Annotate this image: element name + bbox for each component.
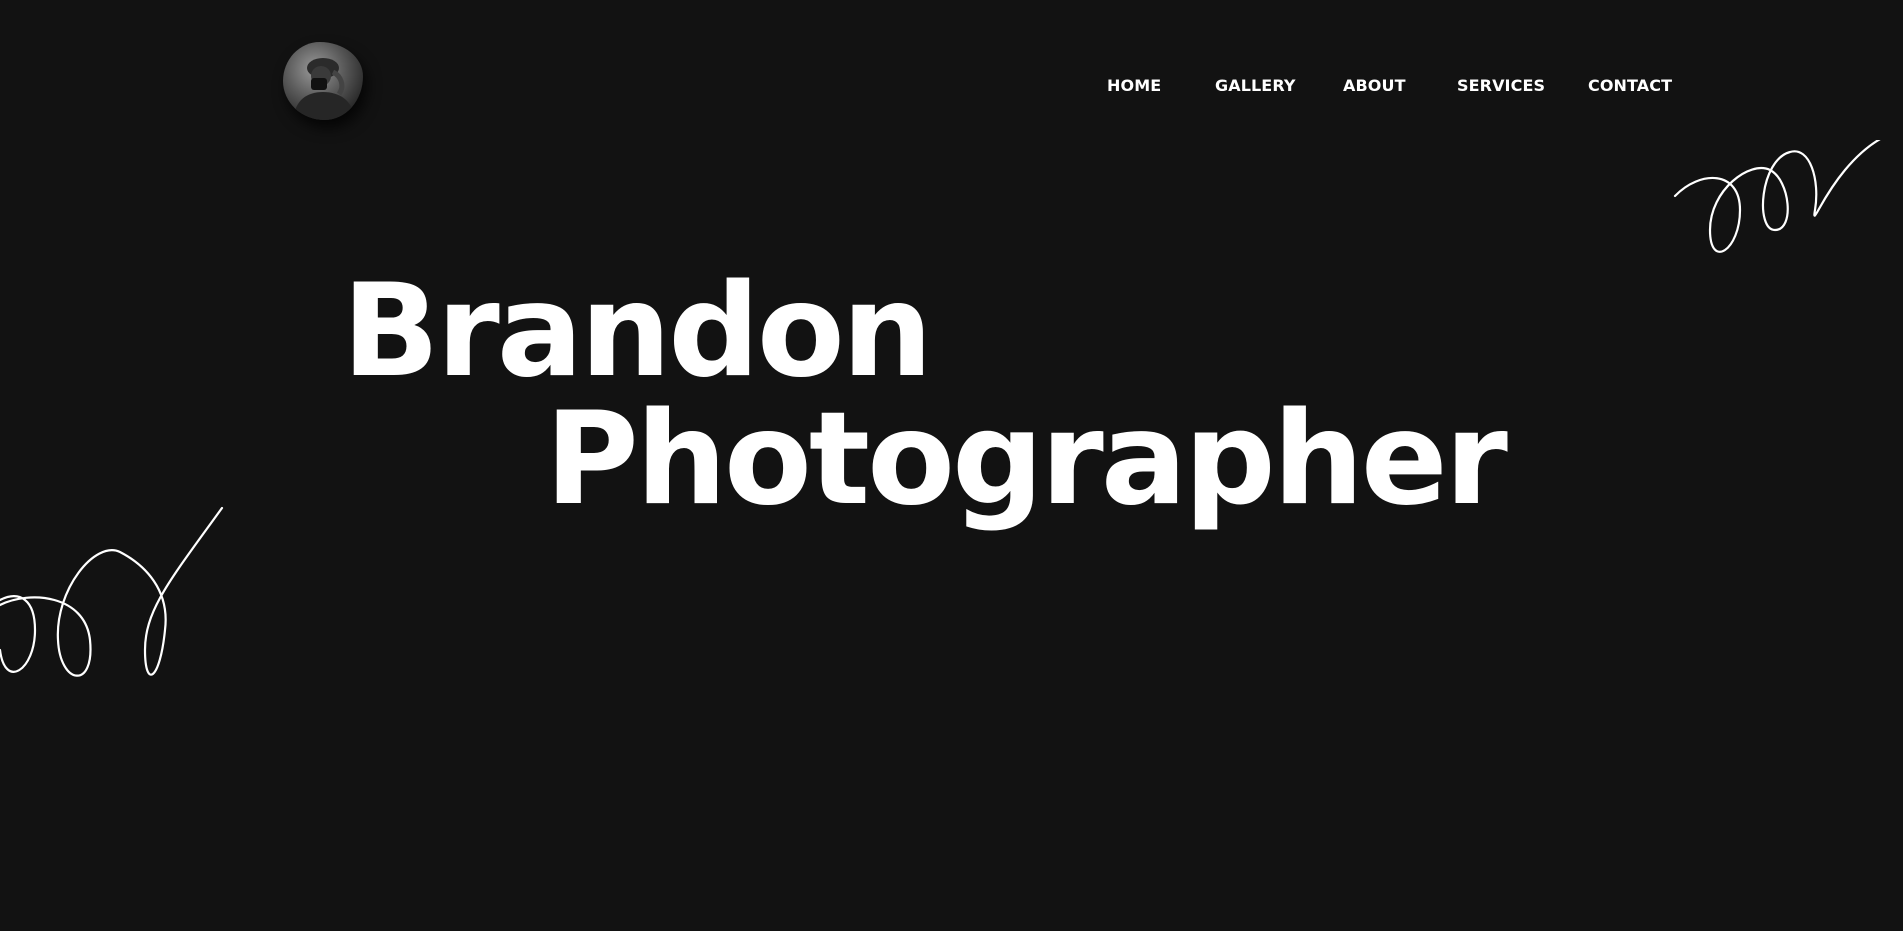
nav-about-link[interactable]: ABOUT: [1343, 76, 1406, 96]
photographer-avatar-icon: [293, 58, 355, 120]
nav-contact-link[interactable]: CONTACT: [1588, 76, 1672, 96]
hero-title-second-line: Photographer: [545, 385, 1508, 534]
nav-services-link[interactable]: SERVICES: [1457, 76, 1545, 96]
scribble-decoration-top-icon: [1673, 140, 1881, 253]
nav-gallery-link[interactable]: GALLERY: [1215, 76, 1296, 96]
nav-home-link[interactable]: HOME: [1107, 76, 1161, 96]
scribble-decoration-left-icon: [0, 506, 224, 677]
avatar-logo[interactable]: [283, 42, 363, 120]
hero-title-first-line: Brandon: [342, 257, 933, 406]
